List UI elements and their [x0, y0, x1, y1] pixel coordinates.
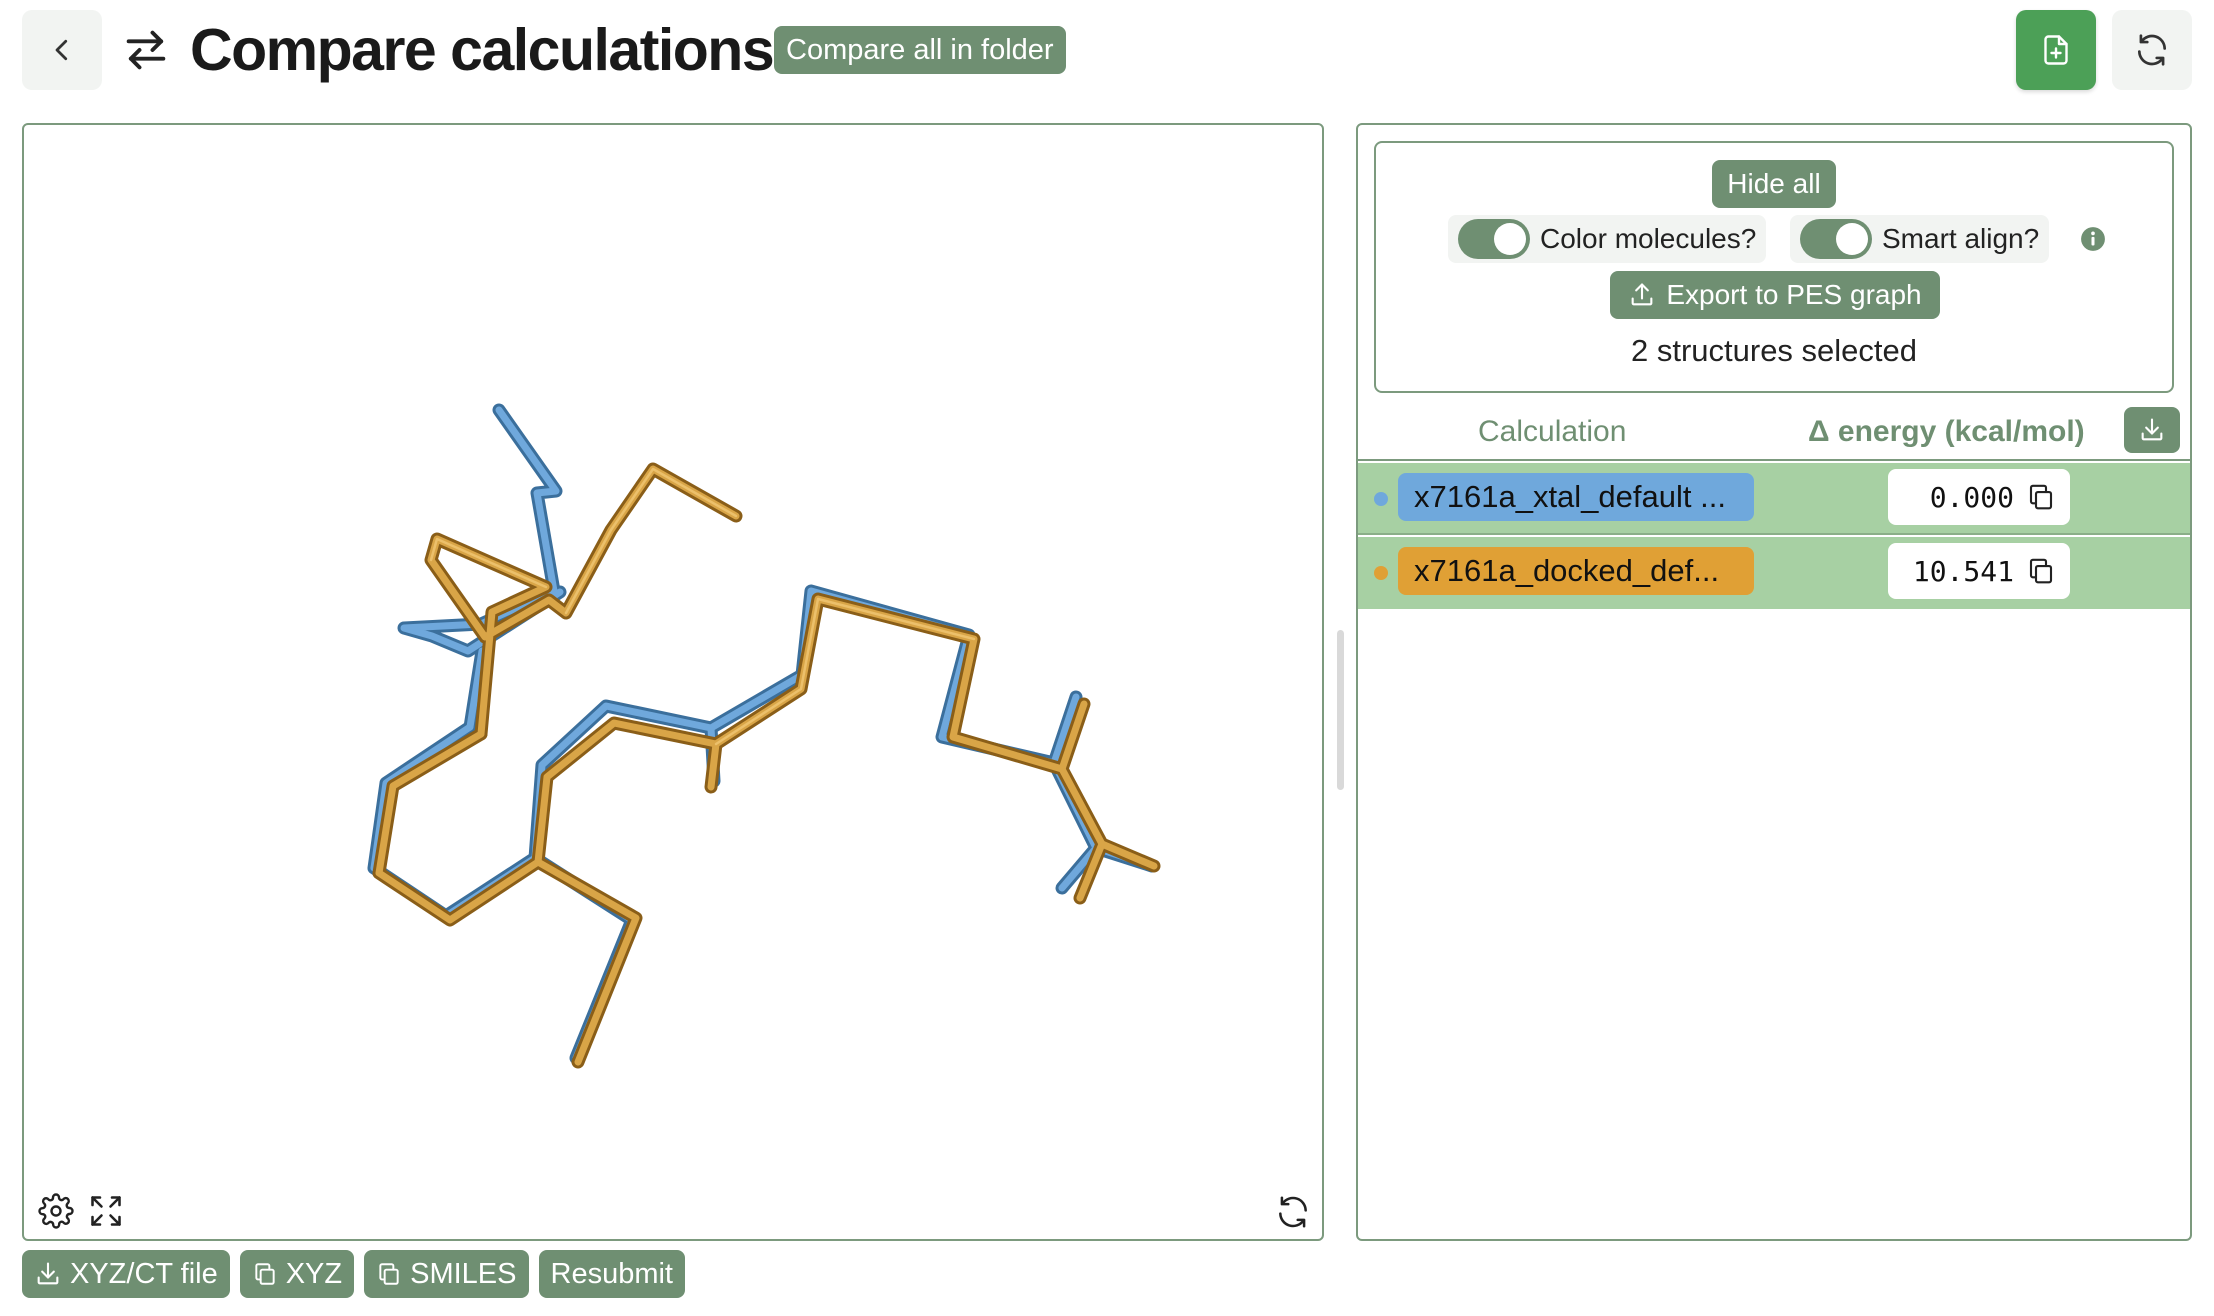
- energy-value: 0.000: [1929, 480, 2014, 514]
- new-file-button[interactable]: [2016, 10, 2096, 90]
- rotate-icon[interactable]: [1274, 1193, 1312, 1231]
- copy-xyz-label: XYZ: [285, 1257, 343, 1290]
- page-title: Compare calculations: [190, 17, 775, 83]
- viewer-actions: XYZ/CT file XYZ SMILES Resubmit: [22, 1250, 685, 1298]
- copy-icon[interactable]: [2026, 556, 2056, 586]
- compare-all-in-folder-button[interactable]: Compare all in folder: [774, 26, 1066, 74]
- export-pes-graph-label: Export to PES graph: [1666, 279, 1922, 310]
- info-icon[interactable]: [2080, 226, 2106, 252]
- download-icon: [37, 1262, 59, 1285]
- table-header: Calculation Δ energy (kcal/mol): [1358, 405, 2190, 461]
- copy-smiles-button[interactable]: SMILES: [364, 1250, 529, 1298]
- calculation-name[interactable]: x7161a_xtal_default ...: [1398, 473, 1754, 521]
- chevron-left-icon: [55, 39, 68, 61]
- panel-resize-handle[interactable]: [1337, 630, 1344, 790]
- calculation-name[interactable]: x7161a_docked_def...: [1398, 547, 1754, 595]
- copy-xyz-button[interactable]: XYZ: [239, 1250, 355, 1298]
- download-icon: [2141, 418, 2163, 441]
- hide-all-button[interactable]: Hide all: [1712, 160, 1836, 208]
- energy-value-box: 10.541: [1888, 543, 2070, 599]
- column-header-calculation[interactable]: Calculation: [1478, 415, 1626, 449]
- copy-icon[interactable]: [2026, 482, 2056, 512]
- selected-count: 2 structures selected: [1630, 333, 1918, 368]
- smart-align-option[interactable]: Smart align?: [1790, 215, 2050, 263]
- refresh-icon: [2137, 34, 2167, 66]
- refresh-button[interactable]: [2112, 10, 2192, 90]
- back-button[interactable]: [22, 10, 102, 90]
- energy-value: 10.541: [1912, 554, 2014, 588]
- download-xyz-ct-label: XYZ/CT file: [70, 1257, 218, 1290]
- resubmit-button[interactable]: Resubmit: [538, 1250, 685, 1298]
- energy-value-box: 0.000: [1888, 469, 2070, 525]
- file-plus-icon: [2044, 35, 2068, 65]
- color-molecules-label: Color molecules?: [1540, 223, 1757, 254]
- copy-icon: [255, 1263, 275, 1285]
- table-row[interactable]: x7161a_docked_def... 10.541: [1358, 537, 2190, 609]
- resubmit-label: Resubmit: [550, 1257, 674, 1290]
- comparison-panel: Hide all Color molecules? Smart align? E…: [1356, 123, 2192, 1241]
- gear-icon[interactable]: [38, 1193, 74, 1229]
- download-xyz-ct-button[interactable]: XYZ/CT file: [22, 1250, 230, 1298]
- copy-smiles-label: SMILES: [410, 1257, 517, 1290]
- molecule-overlay-canvas[interactable]: [24, 125, 1324, 1241]
- smart-align-label: Smart align?: [1882, 223, 2040, 254]
- column-header-energy[interactable]: Δ energy (kcal/mol): [1808, 415, 2085, 449]
- table-row[interactable]: x7161a_xtal_default ... 0.000: [1358, 463, 2190, 535]
- structure-xtal: [367, 403, 1159, 1065]
- molecule-viewer[interactable]: [22, 123, 1324, 1241]
- comparison-controls: Hide all Color molecules? Smart align? E…: [1374, 141, 2174, 393]
- expand-icon[interactable]: [88, 1193, 124, 1229]
- structure-color-dot: [1374, 566, 1388, 580]
- structure-color-dot: [1374, 492, 1388, 506]
- copy-icon: [379, 1263, 399, 1285]
- header: Compare calculations Compare all in fold…: [0, 0, 2214, 110]
- smart-align-toggle[interactable]: [1800, 219, 1872, 259]
- color-molecules-option[interactable]: Color molecules?: [1448, 215, 1767, 263]
- swap-arrows-icon: [118, 22, 174, 78]
- download-energies-button[interactable]: [2124, 407, 2180, 453]
- export-pes-graph-button[interactable]: Export to PES graph: [1610, 271, 1940, 319]
- color-molecules-toggle[interactable]: [1458, 219, 1530, 259]
- upload-icon: [1631, 283, 1653, 306]
